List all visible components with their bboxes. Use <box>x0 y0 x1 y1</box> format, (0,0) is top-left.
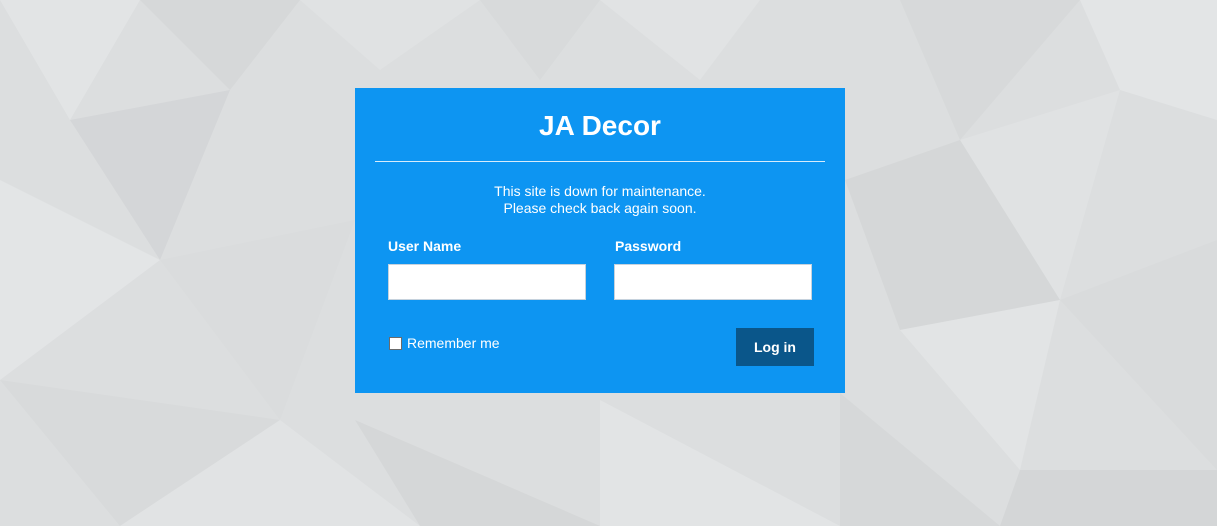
maintenance-line-2: Please check back again soon. <box>503 200 697 216</box>
site-title: JA Decor <box>539 110 661 141</box>
login-button[interactable]: Log in <box>736 328 814 366</box>
username-label: User Name <box>388 238 462 254</box>
maintenance-line-1: This site is down for maintenance. <box>494 183 706 199</box>
maintenance-message: This site is down for maintenance. Pleas… <box>355 183 845 217</box>
password-input[interactable] <box>614 264 812 300</box>
username-input[interactable] <box>388 264 586 300</box>
remember-me-label[interactable]: Remember me <box>407 335 500 351</box>
remember-me-checkbox[interactable] <box>389 336 402 350</box>
login-panel: JA Decor This site is down for maintenan… <box>355 88 845 393</box>
password-label: Password <box>615 238 682 254</box>
title-divider <box>375 161 825 162</box>
remember-me[interactable]: Remember me <box>389 335 500 351</box>
